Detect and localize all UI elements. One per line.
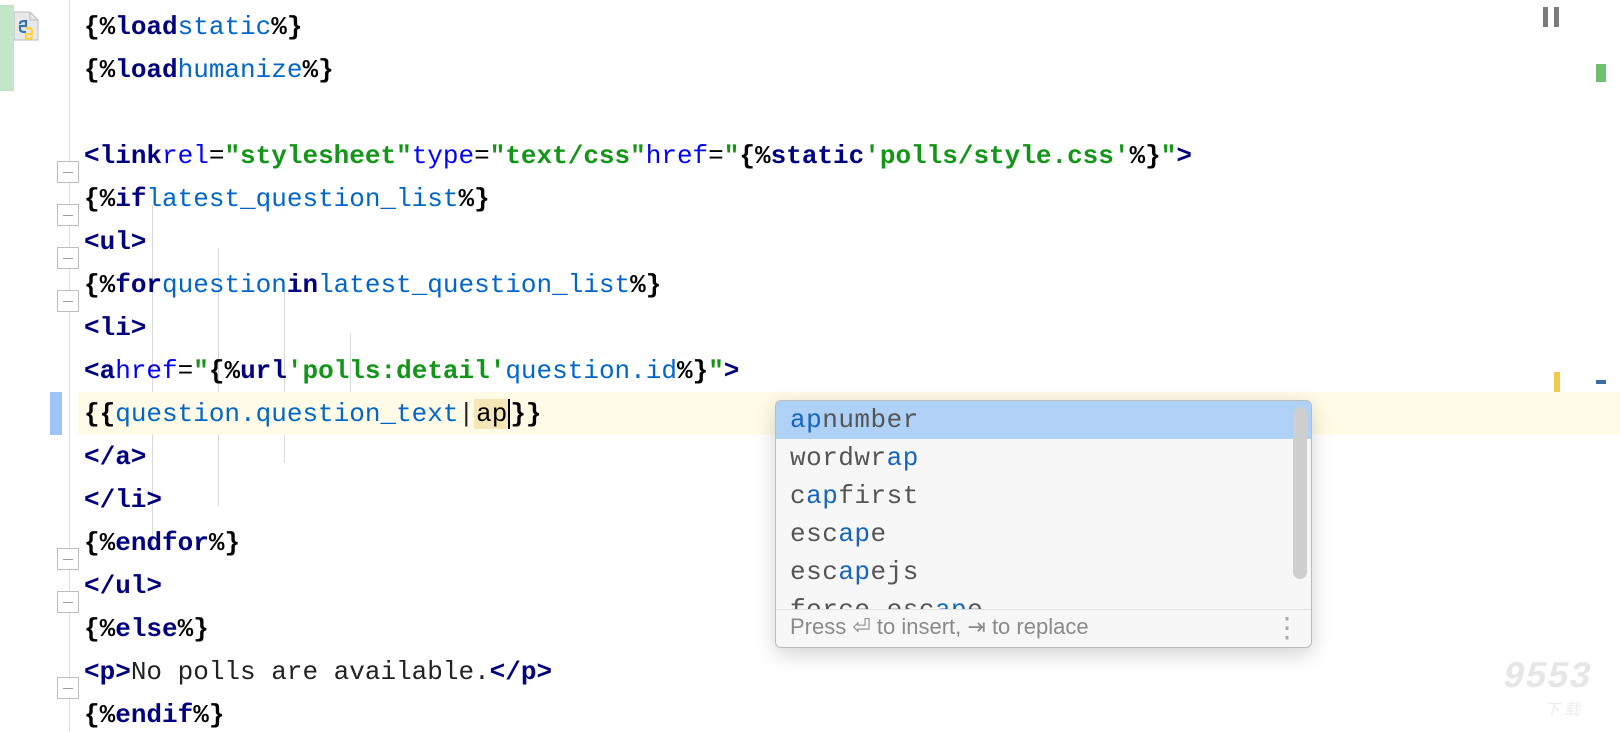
autocomplete-list[interactable]: apnumber wordwrap capfirst escape escape…	[776, 401, 1311, 609]
fold-toggle[interactable]	[57, 591, 79, 613]
fold-toggle[interactable]	[57, 548, 79, 570]
autocomplete-item[interactable]: force_escape	[776, 591, 1311, 609]
status-marker[interactable]	[1596, 64, 1606, 82]
autocomplete-item[interactable]: apnumber	[776, 401, 1311, 439]
fold-toggle[interactable]	[57, 161, 79, 183]
gutter	[0, 0, 78, 732]
code-line[interactable]: <li>	[78, 306, 1620, 349]
code-line[interactable]	[78, 91, 1620, 134]
autocomplete-item[interactable]: capfirst	[776, 477, 1311, 515]
autocomplete-popup[interactable]: apnumber wordwrap capfirst escape escape…	[775, 400, 1312, 648]
fold-toggle[interactable]	[57, 247, 79, 269]
code-line[interactable]: {% for question in latest_question_list …	[78, 263, 1620, 306]
warning-marker[interactable]	[1554, 372, 1560, 392]
code-line[interactable]: {% if latest_question_list %}	[78, 177, 1620, 220]
code-line[interactable]: <ul>	[78, 220, 1620, 263]
editor[interactable]: {% load static %} {% load humanize %} <l…	[0, 0, 1620, 732]
code-line[interactable]: <p>No polls are available.</p>	[78, 650, 1620, 693]
fold-toggle[interactable]	[57, 677, 79, 699]
python-file-icon	[10, 10, 42, 42]
code-line[interactable]: {% endif %}	[78, 693, 1620, 732]
vcs-change-marker	[0, 5, 14, 91]
error-stripe[interactable]	[1526, 0, 1620, 732]
caret-marker[interactable]	[1596, 380, 1606, 384]
pause-icon[interactable]	[1542, 6, 1560, 36]
code-line[interactable]: {% load static %}	[78, 5, 1620, 48]
autocomplete-hint: Press ⏎ to insert, ⇥ to replace ⋮	[776, 609, 1311, 647]
autocomplete-item[interactable]: escape	[776, 515, 1311, 553]
autocomplete-item[interactable]: escapejs	[776, 553, 1311, 591]
typed-filter-text: ap	[474, 399, 509, 429]
code-line[interactable]: <a href="{% url 'polls:detail' question.…	[78, 349, 1620, 392]
popup-scrollbar[interactable]	[1293, 407, 1307, 579]
autocomplete-item[interactable]: wordwrap	[776, 439, 1311, 477]
fold-toggle[interactable]	[57, 290, 79, 312]
code-line[interactable]: <link rel="stylesheet" type="text/css" h…	[78, 134, 1620, 177]
watermark: 9553下载	[1495, 654, 1597, 720]
more-options-icon[interactable]: ⋮	[1273, 623, 1299, 633]
fold-toggle[interactable]	[57, 204, 79, 226]
code-line[interactable]: {% load humanize %}	[78, 48, 1620, 91]
